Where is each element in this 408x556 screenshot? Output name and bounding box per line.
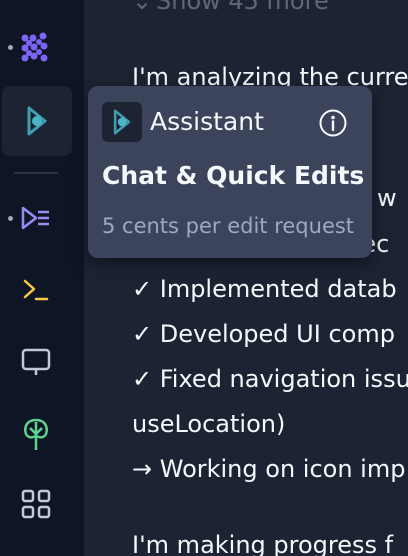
shell-button[interactable] (0, 260, 72, 320)
message-line: ✓ Developed UI comp (132, 320, 395, 348)
message-line: I'm making progress f (132, 531, 394, 556)
assistant-badge (102, 102, 142, 142)
message-line: → Working on icon imp (132, 455, 406, 483)
replit-logo-button[interactable] (0, 18, 72, 78)
info-icon[interactable] (318, 108, 348, 138)
webview-icon (21, 348, 51, 375)
assistant-tooltip: Assistant Chat & Quick Edits 5 cents per… (88, 86, 372, 258)
tooltip-heading: Chat & Quick Edits (102, 161, 365, 190)
deployments-icon (21, 206, 49, 230)
chat-pane: ⌄Show 45 more I'm analyzing the curre an… (84, 0, 408, 556)
tooltip-subtitle: 5 cents per edit request (102, 214, 355, 238)
apps-grid-icon (21, 489, 51, 519)
assistant-icon (27, 106, 47, 136)
left-sidebar (0, 0, 84, 556)
webview-button[interactable] (0, 332, 72, 392)
show-more-label: Show 45 more (156, 0, 329, 15)
assistant-button[interactable] (2, 86, 72, 156)
show-more-link[interactable]: ⌄ Show 45 more (132, 0, 329, 16)
message-line: useLocation) (132, 410, 286, 438)
deployments-button[interactable] (0, 188, 72, 248)
replit-logo-icon (21, 32, 48, 62)
chevron-down-icon: ⌄ (132, 0, 153, 15)
deploy-tree-button[interactable] (0, 404, 72, 464)
apps-grid-button[interactable] (0, 474, 72, 534)
sidebar-divider (14, 172, 58, 174)
message-line: ✓ Fixed navigation issu (132, 365, 408, 393)
deploy-tree-icon (24, 418, 48, 450)
assistant-icon (113, 109, 131, 135)
tooltip-title: Assistant (150, 107, 264, 136)
message-line: ✓ Implemented datab (132, 275, 397, 303)
shell-icon (23, 279, 49, 301)
